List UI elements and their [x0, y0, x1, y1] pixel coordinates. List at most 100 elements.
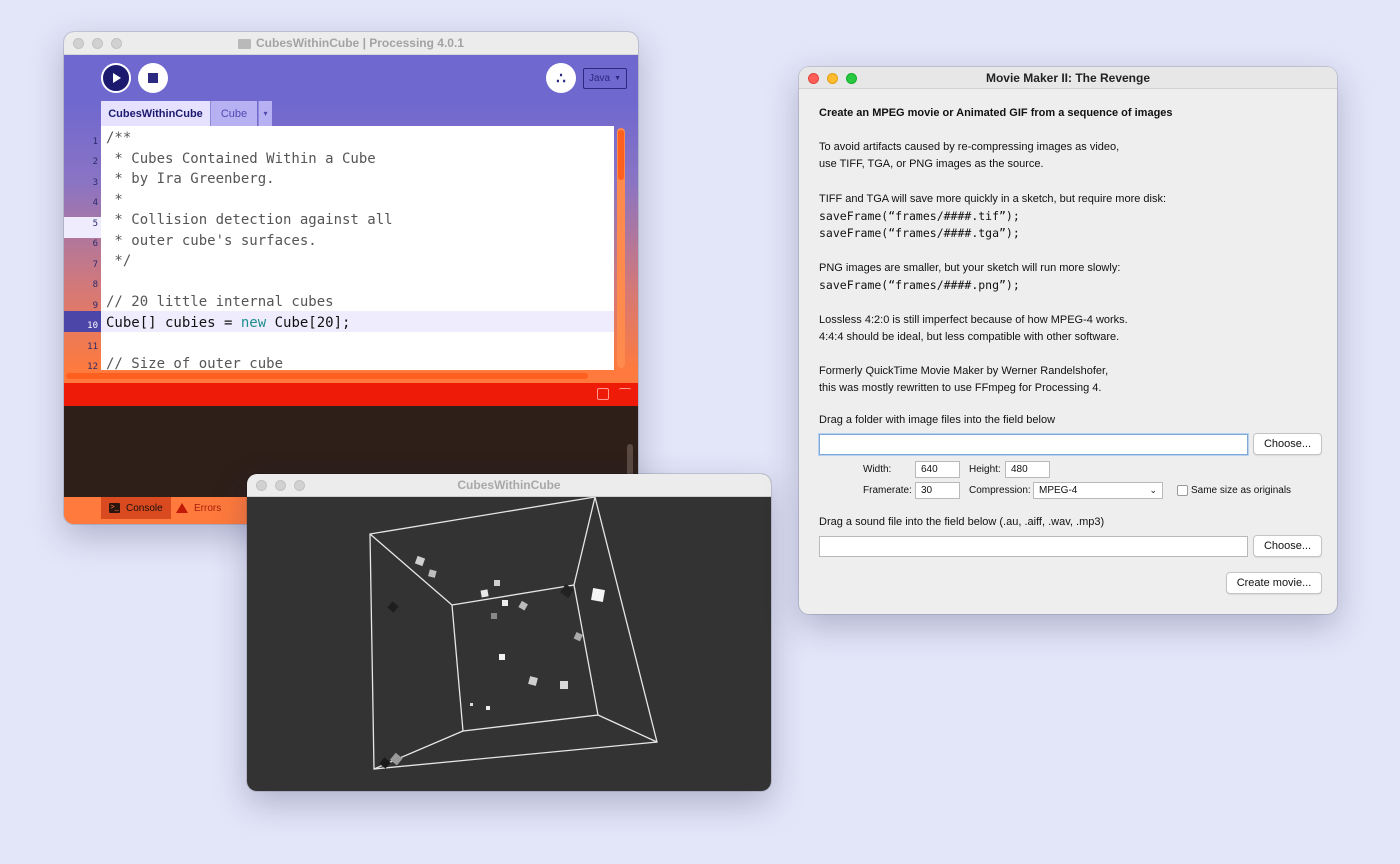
heading: Create an MPEG movie or Animated GIF fro…	[819, 107, 1173, 119]
stop-button[interactable]	[138, 63, 168, 93]
code-sample: saveFrame(“frames/####.png”);	[819, 278, 1020, 292]
chevron-down-icon: ▼	[614, 75, 622, 82]
create-movie-button[interactable]: Create movie...	[1226, 572, 1322, 594]
cube-edge	[597, 714, 658, 743]
stop-icon	[148, 73, 158, 83]
sketch-canvas[interactable]	[247, 497, 771, 791]
cube-edge	[573, 497, 596, 586]
line-number: 2	[92, 157, 98, 167]
window-controls	[256, 480, 305, 491]
folder-icon	[238, 39, 252, 49]
line-number: 4	[92, 198, 98, 208]
tab-cube[interactable]: Cube	[210, 101, 257, 126]
code-text: Cube[] cubies =	[106, 314, 241, 331]
ide-titlebar[interactable]: CubesWithinCube | Processing 4.0.1	[64, 32, 638, 55]
minimize-light[interactable]	[92, 38, 103, 49]
width-label: Width:	[863, 464, 892, 475]
console-tab[interactable]: >_ Console	[101, 497, 171, 519]
small-cube	[470, 703, 473, 706]
line-number: 10	[87, 321, 98, 331]
compression-value: MPEG-4	[1039, 485, 1078, 496]
code-line: * by Ira Greenberg.	[106, 171, 275, 187]
tab-menu-button[interactable]: ▾	[258, 101, 272, 126]
collapse-icon[interactable]	[619, 388, 631, 400]
run-button[interactable]	[101, 63, 131, 93]
line-number: 7	[92, 260, 98, 270]
small-cube	[428, 569, 437, 578]
tab-cubeswithincube[interactable]: CubesWithinCube	[101, 101, 210, 126]
play-icon	[113, 73, 121, 83]
zoom-light[interactable]	[846, 73, 857, 84]
line-number: 8	[92, 280, 98, 290]
warning-icon	[176, 503, 188, 513]
code-text: Cube[20];	[266, 314, 351, 331]
small-cube	[560, 681, 568, 689]
small-cube	[502, 600, 508, 606]
width-field[interactable]: 640	[915, 461, 960, 478]
info-text: this was mostly rewritten to use FFmpeg …	[819, 382, 1102, 394]
small-cube	[414, 555, 426, 567]
line-number: 5	[92, 219, 98, 229]
cube-edge	[369, 533, 453, 606]
sound-file-field[interactable]	[819, 536, 1248, 557]
editor-scroll-thumb[interactable]	[618, 130, 624, 180]
small-cube	[491, 613, 497, 619]
terminal-icon: >_	[109, 503, 120, 513]
editor-horizontal-scrollbar[interactable]	[66, 373, 588, 379]
console-tab-label: Console	[126, 502, 163, 514]
compression-label: Compression:	[969, 485, 1031, 496]
copy-icon[interactable]	[597, 388, 609, 400]
compression-select[interactable]: MPEG-4 ⌄	[1033, 482, 1163, 499]
folder-field-label: Drag a folder with image files into the …	[819, 414, 1056, 426]
code-sample: saveFrame(“frames/####.tif”);	[819, 209, 1020, 223]
movie-maker-titlebar[interactable]: Movie Maker II: The Revenge	[799, 67, 1337, 89]
minimize-light[interactable]	[275, 480, 286, 491]
same-size-checkbox[interactable]	[1177, 485, 1188, 496]
info-text: 4:4:4 should be ideal, but less compatib…	[819, 331, 1120, 343]
close-light[interactable]	[73, 38, 84, 49]
choose-sound-button[interactable]: Choose...	[1253, 535, 1322, 557]
small-cube	[518, 600, 528, 611]
code-line: * outer cube's surfaces.	[106, 232, 317, 249]
small-cube	[389, 752, 403, 766]
small-cube	[387, 601, 399, 613]
sound-field-label: Drag a sound file into the field below (…	[819, 516, 1105, 528]
height-field[interactable]: 480	[1005, 461, 1050, 478]
processing-ide-window: CubesWithinCube | Processing 4.0.1 ∴ Jav…	[64, 32, 638, 524]
info-text: use TIFF, TGA, or PNG images as the sour…	[819, 158, 1044, 170]
mode-selector[interactable]: Java ▼	[583, 68, 627, 89]
small-cube	[573, 632, 583, 642]
height-label: Height:	[969, 464, 1001, 475]
movie-maker-window: Movie Maker II: The Revenge Create an MP…	[799, 67, 1337, 614]
choose-folder-button[interactable]: Choose...	[1253, 433, 1322, 455]
sketch-window: CubesWithinCube	[247, 474, 771, 791]
zoom-light[interactable]	[294, 480, 305, 491]
sketch-titlebar[interactable]: CubesWithinCube	[247, 474, 771, 497]
code-line-current: Cube[] cubies = new Cube[20];	[106, 313, 350, 334]
small-cube	[499, 654, 505, 660]
small-cube	[528, 676, 538, 686]
errors-tab[interactable]: Errors	[168, 497, 229, 519]
zoom-light[interactable]	[111, 38, 122, 49]
line-number: 3	[92, 178, 98, 188]
chevron-down-icon: ⌄	[1149, 485, 1157, 495]
framerate-field[interactable]: 30	[915, 482, 960, 499]
ide-title: CubesWithinCube | Processing 4.0.1	[256, 36, 464, 50]
mode-label: Java	[588, 73, 611, 84]
info-text: TIFF and TGA will save more quickly in a…	[819, 193, 1167, 205]
debug-button[interactable]: ∴	[546, 63, 576, 93]
image-folder-field[interactable]	[819, 434, 1248, 455]
info-text: To avoid artifacts caused by re-compress…	[819, 141, 1120, 153]
code-line: * Collision detection against all	[106, 212, 393, 228]
window-controls	[808, 73, 857, 84]
minimize-light[interactable]	[827, 73, 838, 84]
code-editor[interactable]: /** * Cubes Contained Within a Cube * by…	[101, 126, 614, 370]
line-number-gutter: 1 2 3 4 5 6 7 8 9 10 11 12	[64, 126, 101, 372]
small-cube	[560, 584, 574, 598]
same-size-label: Same size as originals	[1191, 485, 1292, 496]
close-light[interactable]	[808, 73, 819, 84]
info-text: PNG images are smaller, but your sketch …	[819, 262, 1121, 274]
code-sample: saveFrame(“frames/####.tga”);	[819, 226, 1020, 240]
close-light[interactable]	[256, 480, 267, 491]
small-cube	[486, 706, 490, 710]
